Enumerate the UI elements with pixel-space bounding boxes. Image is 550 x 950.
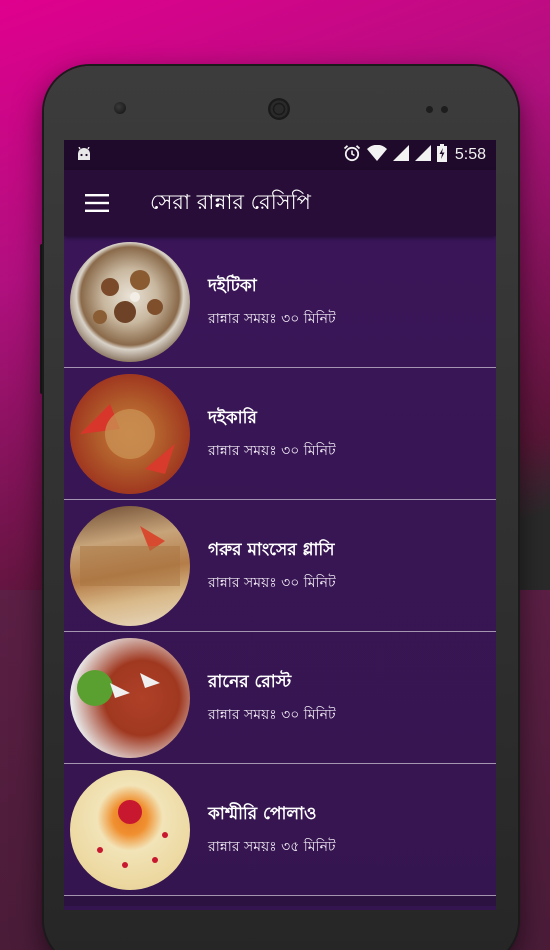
app-bar: সেরা রান্নার রেসিপি [64,170,496,236]
battery-charging-icon [436,144,447,166]
recipe-item-doi-tika[interactable]: দইটিকা রান্নার সময়ঃ ৩০ মিনিট [64,236,496,368]
recipe-thumbnail [70,373,190,494]
signal-icon-2 [414,145,431,165]
hamburger-menu-icon[interactable] [64,170,130,236]
app-screen: 5:58 সেরা রান্নার রেসিপি দইটিকা রান্নার … [64,140,496,910]
status-time: 5:58 [454,146,486,163]
status-bar: 5:58 [64,140,496,170]
recipe-thumbnail [70,769,190,890]
recipe-list[interactable]: দইটিকা রান্নার সময়ঃ ৩০ মিনিট দইকারি রান… [64,236,496,910]
app-title: সেরা রান্নার রেসিপি [150,189,311,214]
recipe-title: রানের রোস্ট [208,671,292,692]
recipe-item-kashmiri-polao[interactable]: কাশ্মীরি পোলাও রান্নার সময়ঃ ৩৫ মিনিট [64,764,496,896]
list-next-item-peek [64,896,496,906]
recipe-item-raner-roast[interactable]: রানের রোস্ট রান্নার সময়ঃ ৩০ মিনিট [64,632,496,764]
recipe-title: দইকারি [208,407,257,428]
recipe-thumbnail [70,241,190,362]
recipe-title: কাশ্মীরি পোলাও [208,803,317,824]
proximity-sensor [426,106,433,113]
signal-icon [392,145,409,165]
recipe-title: দইটিকা [208,275,257,296]
recipe-thumbnail [70,637,190,758]
wifi-icon [366,144,387,165]
recipe-time: রান্নার সময়ঃ ৩০ মিনিট [208,574,336,591]
recipe-time: রান্নার সময়ঃ ৩৫ মিনিট [208,838,336,855]
alarm-icon [343,144,361,166]
recipe-title: গরুর মাংসের গ্লাসি [208,539,335,560]
light-sensor [441,106,448,113]
recipe-time: রান্নার সময়ঃ ৩০ মিনিট [208,706,336,723]
recipe-item-doi-kari[interactable]: দইকারি রান্নার সময়ঃ ৩০ মিনিট [64,368,496,500]
recipe-thumbnail [70,505,190,626]
earpiece-speaker [268,98,290,120]
front-camera [114,102,126,114]
recipe-time: রান্নার সময়ঃ ৩০ মিনিট [208,442,336,459]
recipe-item-beef-glassy[interactable]: গরুর মাংসের গ্লাসি রান্নার সময়ঃ ৩০ মিনি… [64,500,496,632]
recipe-time: রান্নার সময়ঃ ৩০ মিনিট [208,310,336,327]
android-notification-icon [76,146,92,165]
